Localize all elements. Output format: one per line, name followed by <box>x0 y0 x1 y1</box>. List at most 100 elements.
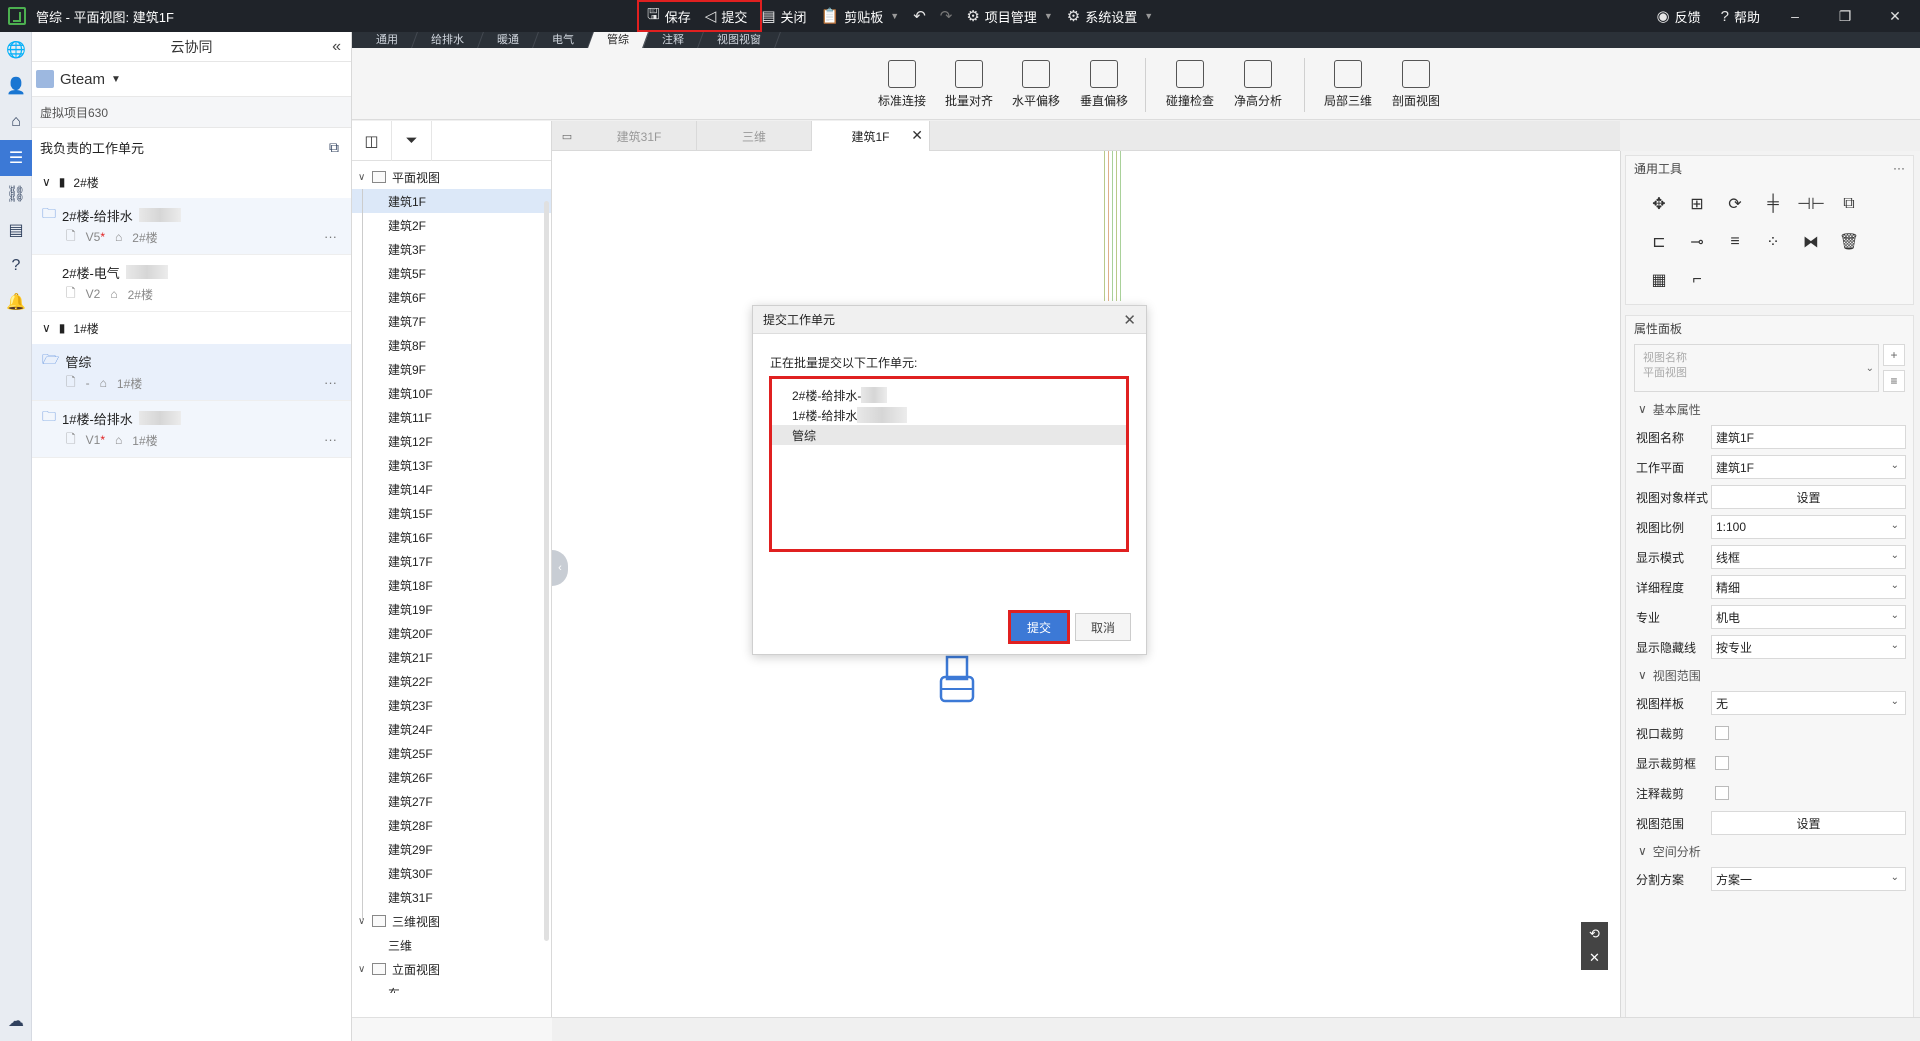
prop-checkbox[interactable] <box>1715 726 1729 740</box>
tree-item-floor[interactable]: 建筑13F <box>352 453 551 477</box>
save-button[interactable]: 🖫 保存 <box>640 0 698 32</box>
group-header[interactable]: ∨ ▮ 2#楼 <box>32 166 351 198</box>
tab-general[interactable]: 通用 <box>357 32 418 48</box>
close-widget-icon[interactable]: ✕ <box>1589 950 1600 966</box>
panel-toggle-icon[interactable]: ◫ <box>352 120 392 161</box>
edit-type-icon[interactable]: ≡ <box>1883 370 1905 392</box>
prop-checkbox[interactable] <box>1715 756 1729 770</box>
view-tab[interactable]: 建筑31F <box>582 121 697 151</box>
close-tab-icon[interactable]: ✕ <box>911 127 923 144</box>
vertical-offset-button[interactable]: 垂直偏移 <box>1074 60 1134 109</box>
tree-folder-elevation[interactable]: ∨ 立面视图 <box>352 957 551 981</box>
prop-select[interactable]: 方案一 ⌄ <box>1711 867 1906 891</box>
prop-select[interactable]: 按专业 ⌄ <box>1711 635 1906 659</box>
tab-plumbing[interactable]: 给排水 <box>412 32 484 48</box>
team-selector[interactable]: Gteam ▼ <box>32 62 351 96</box>
prop-select[interactable]: 精细 ⌄ <box>1711 575 1906 599</box>
system-settings-menu[interactable]: ⚙ 系统设置 ▼ <box>1060 0 1160 32</box>
rotate-icon[interactable]: ⟳ <box>1716 190 1754 218</box>
dialog-list-item[interactable]: 1#楼-给排水 <box>772 405 1126 425</box>
tree-folder-3d[interactable]: ∨ 三维视图 <box>352 909 551 933</box>
tab-list-icon[interactable]: ▭ <box>552 121 582 151</box>
tree-item-floor[interactable]: 建筑2F <box>352 213 551 237</box>
undo-button[interactable]: ↶ <box>906 0 933 32</box>
tree-item-floor[interactable]: 建筑17F <box>352 549 551 573</box>
prop-button[interactable]: 设置 <box>1711 485 1906 509</box>
view-tab[interactable]: 三维 <box>697 121 812 151</box>
prop-select[interactable]: 无 ⌄ <box>1711 691 1906 715</box>
collapse-panel-icon[interactable]: « <box>332 38 341 56</box>
tree-item-floor[interactable]: 建筑1F <box>352 189 551 213</box>
submit-button[interactable]: 提交 <box>1008 610 1070 644</box>
submit-toolbar-button[interactable]: ◁ 提交 <box>698 0 755 32</box>
close-project-button[interactable]: ▤ 关闭 <box>754 0 813 32</box>
tab-electrical[interactable]: 电气 <box>533 32 594 48</box>
tree-item-floor[interactable]: 建筑3F <box>352 237 551 261</box>
cancel-button[interactable]: 取消 <box>1075 613 1131 641</box>
clipboard-button[interactable]: 📋 剪贴板 ▼ <box>814 0 907 32</box>
more-options-icon[interactable]: ··· <box>1893 161 1905 175</box>
measure-icon[interactable]: ▦ <box>1640 266 1678 294</box>
align-vertical-icon[interactable]: ╪ <box>1754 190 1792 218</box>
tree-item-floor[interactable]: 建筑23F <box>352 693 551 717</box>
basic-props-header[interactable]: ∨ 基本属性 <box>1626 396 1913 422</box>
tree-item-floor[interactable]: 建筑8F <box>352 333 551 357</box>
dialog-list-item[interactable]: 管综 <box>772 425 1126 445</box>
tree-folder-plan[interactable]: ∨ 平面视图 <box>352 165 551 189</box>
link-icon[interactable]: ⛓ <box>0 176 32 212</box>
tree-item-floor[interactable]: 建筑15F <box>352 501 551 525</box>
close-window-button[interactable]: ✕ <box>1870 8 1920 25</box>
bell-icon[interactable]: 🔔 <box>0 284 32 320</box>
tree-item-floor[interactable]: 建筑28F <box>352 813 551 837</box>
clash-check-button[interactable]: 碰撞检查 <box>1160 60 1220 109</box>
trash-icon[interactable]: 🗑 <box>1830 228 1868 256</box>
tree-item-floor[interactable]: 建筑30F <box>352 861 551 885</box>
home-icon[interactable]: ⌂ <box>0 104 32 140</box>
mirror-icon[interactable]: ⧓ <box>1792 228 1830 256</box>
tree-item-floor[interactable]: 建筑27F <box>352 789 551 813</box>
tree-item-floor[interactable]: 建筑6F <box>352 285 551 309</box>
tree-item-floor[interactable]: 建筑16F <box>352 525 551 549</box>
clearance-analysis-button[interactable]: 净高分析 <box>1228 60 1288 109</box>
group-header[interactable]: ∨ ▮ 1#楼 <box>32 312 351 344</box>
work-unit[interactable]: 2#楼-电气 🗋 V2 ⌂ 2#楼 <box>32 255 351 312</box>
minimize-button[interactable]: – <box>1770 8 1820 24</box>
copy-icon[interactable]: ⊞ <box>1678 190 1716 218</box>
prop-button[interactable]: 设置 <box>1711 811 1906 835</box>
tree-item-floor[interactable]: 建筑22F <box>352 669 551 693</box>
brush-icon[interactable]: ⌐ <box>1678 266 1716 294</box>
trim-icon[interactable]: ⊏ <box>1640 228 1678 256</box>
prop-select[interactable]: 建筑1F ⌄ <box>1711 455 1906 479</box>
work-unit[interactable]: 🗁 管综 🗋 - ⌂ 1#楼 ··· <box>32 344 351 401</box>
tree-item-floor[interactable]: 建筑26F <box>352 765 551 789</box>
horizontal-offset-button[interactable]: 水平偏移 <box>1006 60 1066 109</box>
dialog-list-item[interactable]: 2#楼-给排水- <box>772 385 1126 405</box>
add-type-icon[interactable]: + <box>1883 344 1905 366</box>
prop-select[interactable]: 机电 ⌄ <box>1711 605 1906 629</box>
tree-item-elevation[interactable]: 东 <box>352 981 551 994</box>
add-unit-icon[interactable]: ⧉ <box>329 139 339 156</box>
prop-input[interactable]: 建筑1F <box>1711 425 1906 449</box>
tree-item-floor[interactable]: 建筑14F <box>352 477 551 501</box>
offset-icon[interactable]: ≡ <box>1716 228 1754 256</box>
tab-annotation[interactable]: 注释 <box>643 32 704 48</box>
tree-item-floor[interactable]: 建筑31F <box>352 885 551 909</box>
tree-item-3d[interactable]: 三维 <box>352 933 551 957</box>
work-unit[interactable]: 🗀 1#楼-给排水 🗋 V1* ⌂ 1#楼 ··· <box>32 401 351 458</box>
tree-item-floor[interactable]: 建筑5F <box>352 261 551 285</box>
split-icon[interactable]: ⊣⊢ <box>1792 190 1830 218</box>
type-dropdown[interactable]: 视图名称 平面视图 ⌄ <box>1634 344 1879 392</box>
view-tab-active[interactable]: 建筑1F ✕ <box>812 121 930 151</box>
section-view-button[interactable]: 剖面视图 <box>1386 60 1446 109</box>
local-3d-button[interactable]: 局部三维 <box>1318 60 1378 109</box>
array-icon[interactable]: ⁘ <box>1754 228 1792 256</box>
tree-item-floor[interactable]: 建筑21F <box>352 645 551 669</box>
tree-item-floor[interactable]: 建筑20F <box>352 621 551 645</box>
tree-item-floor[interactable]: 建筑9F <box>352 357 551 381</box>
duplicate-icon[interactable]: ⧉ <box>1830 190 1868 218</box>
document-icon[interactable]: ▤ <box>0 212 32 248</box>
help-circle-icon[interactable]: ? <box>0 248 32 284</box>
tree-item-floor[interactable]: 建筑10F <box>352 381 551 405</box>
feedback-button[interactable]: ◉ 反馈 <box>1647 0 1711 32</box>
more-options-icon[interactable]: ··· <box>324 432 337 447</box>
